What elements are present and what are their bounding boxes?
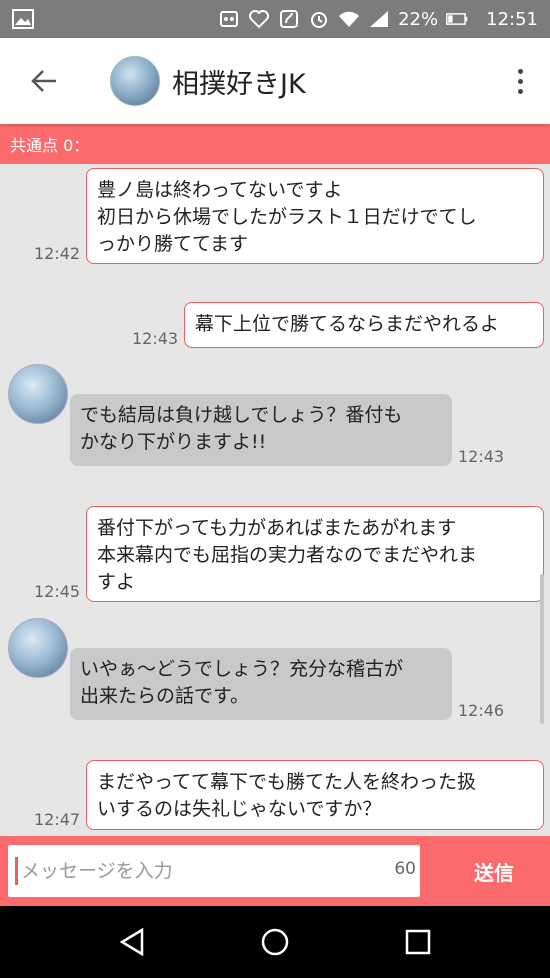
- vibrate-icon: [218, 8, 240, 30]
- common-points-label: 共通点 0：: [10, 136, 90, 155]
- message-bubble-incoming[interactable]: でも結局は負け越しでしょう？番付も かなり下がりますよ!!: [70, 394, 452, 466]
- battery-percent: 22%: [398, 8, 439, 30]
- signal-icon: [368, 8, 390, 30]
- system-nav-bar: [0, 906, 550, 978]
- more-options-icon[interactable]: [510, 61, 530, 101]
- message-input-box[interactable]: 60: [8, 845, 420, 897]
- message-bubble-outgoing[interactable]: まだやってて幕下でも勝てた人を終わった扱 いするのは失礼じゃないですか？: [86, 760, 544, 830]
- message-time: 12:47: [34, 810, 81, 829]
- message-time: 12:42: [34, 244, 81, 263]
- message-bubble-outgoing[interactable]: 幕下上位で勝てるならまだやれるよ: [184, 302, 544, 348]
- common-points-bar: 共通点 0：: [0, 124, 550, 164]
- arrow-left-icon: [31, 70, 56, 92]
- message-time: 12:45: [34, 582, 81, 601]
- square-recents-icon: [406, 929, 431, 955]
- page-title: 相撲好きJK: [172, 68, 306, 100]
- clock: 12:51: [486, 8, 538, 30]
- app-bar: 相撲好きJK: [0, 38, 550, 124]
- message-time: 12:43: [132, 329, 179, 348]
- message-input[interactable]: [21, 860, 381, 882]
- avatar[interactable]: [8, 618, 68, 678]
- nav-home-button[interactable]: [245, 912, 305, 972]
- battery-icon: [446, 8, 468, 30]
- character-counter: 60: [394, 859, 416, 879]
- nfc-icon: [278, 8, 300, 30]
- status-bar: 22% 12:51: [0, 0, 550, 38]
- nav-recents-button[interactable]: [388, 912, 448, 972]
- nav-back-button[interactable]: [102, 912, 162, 972]
- avatar[interactable]: [8, 364, 68, 424]
- scrollbar[interactable]: [540, 574, 544, 724]
- message-time: 12:43: [458, 447, 505, 466]
- image-notification-icon: [12, 8, 34, 30]
- alarm-icon: [308, 8, 330, 30]
- message-bubble-outgoing[interactable]: 豊ノ島は終わってないですよ 初日から休場でしたがラスト１日だけでてし っかり勝て…: [86, 168, 544, 264]
- wifi-icon: [338, 8, 360, 30]
- message-input-bar: 60 送信: [0, 836, 550, 906]
- text-cursor: [15, 857, 18, 885]
- triangle-back-icon: [119, 927, 143, 957]
- message-time: 12:46: [458, 701, 505, 720]
- avatar[interactable]: [110, 56, 160, 106]
- back-button[interactable]: [14, 51, 74, 111]
- heart-app-icon: [248, 8, 270, 30]
- send-button[interactable]: 送信: [474, 857, 514, 886]
- message-bubble-incoming[interactable]: いやぁ～どうでしょう？充分な稽古が 出来たらの話です。: [70, 648, 452, 720]
- circle-home-icon: [261, 928, 289, 956]
- message-bubble-outgoing[interactable]: 番付下がっても力があればまたあがれます 本来幕内でも屈指の実力者なのでまだやれま…: [86, 506, 544, 602]
- chat-area[interactable]: 12:42 豊ノ島は終わってないですよ 初日から休場でしたがラスト１日だけでてし…: [0, 164, 550, 836]
